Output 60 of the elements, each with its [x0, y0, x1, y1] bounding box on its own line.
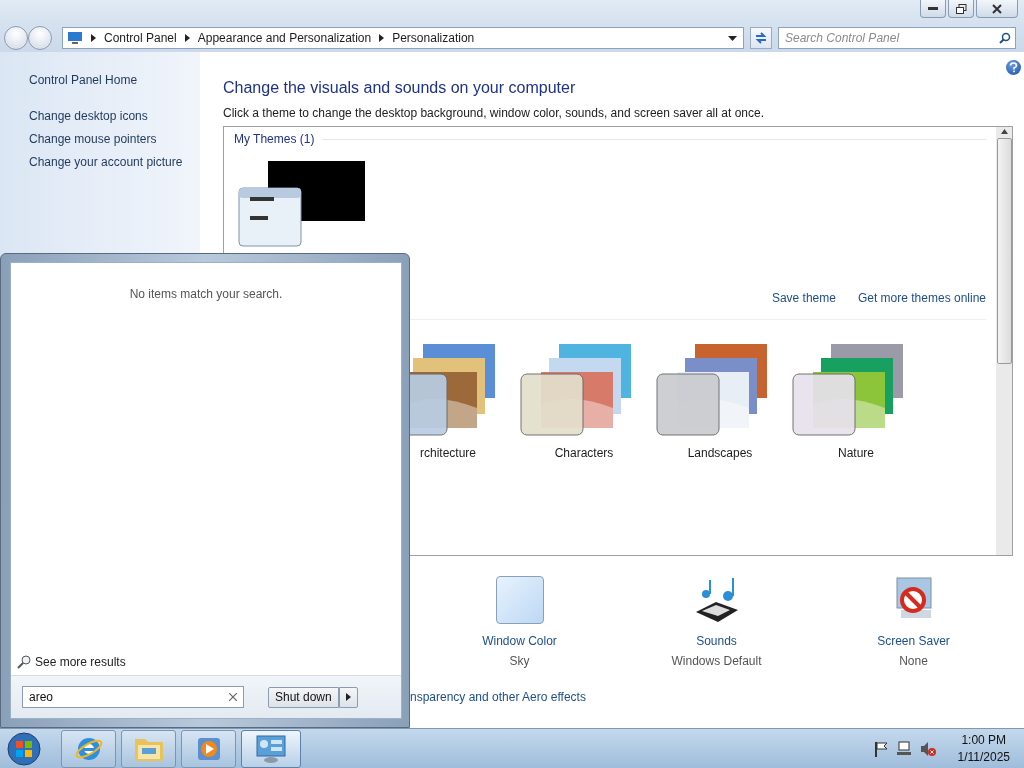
refresh-arrows-icon	[754, 31, 768, 45]
close-button[interactable]	[976, 0, 1018, 18]
start-button[interactable]	[4, 730, 44, 767]
theme-link[interactable]: Save theme	[771, 291, 836, 305]
clear-icon[interactable]	[229, 693, 237, 701]
setting-link[interactable]: Screen Saver	[877, 634, 950, 648]
scrollbar[interactable]	[996, 127, 1012, 555]
refresh-button[interactable]	[750, 27, 772, 49]
shut-down-button[interactable]: Shut down	[268, 686, 339, 708]
sidebar-link[interactable]: Control Panel Home	[29, 72, 200, 89]
breadcrumb[interactable]: Personalization	[392, 31, 475, 45]
setting-link[interactable]: Sounds	[696, 634, 737, 648]
minimize-button[interactable]	[920, 0, 946, 18]
see-more-results-link[interactable]: See more results	[17, 655, 401, 669]
setting-value: Sky	[509, 654, 530, 668]
network-icon[interactable]	[895, 740, 912, 757]
theme-name[interactable]: Characters	[554, 446, 614, 460]
taskbar-button[interactable]	[181, 729, 236, 768]
search-icon	[17, 655, 31, 669]
breadcrumb[interactable]: Appearance and Personalization	[197, 31, 372, 45]
search-field[interactable]: Search Control Panel	[778, 27, 1016, 49]
setting-value: None	[899, 654, 928, 668]
chevron-right-icon[interactable]	[379, 34, 385, 42]
breadcrumb[interactable]: Control Panel	[104, 31, 177, 45]
shut-down-options-button[interactable]	[338, 686, 358, 708]
minimize-icon	[928, 6, 938, 11]
setting-value: Windows Default	[671, 654, 762, 668]
close-icon	[992, 3, 1002, 14]
sidebar-link[interactable]: Change desktop icons	[29, 108, 200, 125]
group-heading: My Themes (1)	[234, 132, 315, 146]
flag-icon[interactable]	[873, 740, 888, 757]
sidebar-link[interactable]: Change mouse pointers	[29, 131, 200, 148]
volume-muted-icon[interactable]	[919, 740, 936, 757]
taskbar-button[interactable]	[61, 729, 116, 768]
page-heading: Change the visuals and sounds on your computer	[223, 78, 577, 98]
theme-name[interactable]: Landscapes	[687, 446, 753, 460]
dropdown-arrow-icon[interactable]	[728, 35, 737, 41]
scroll-up-arrow-icon[interactable]	[1000, 129, 1008, 134]
setting-link[interactable]: Window Color	[482, 634, 557, 648]
no-results-message: No items match your search.	[128, 287, 284, 301]
restore-button[interactable]	[948, 0, 974, 18]
restore-icon	[955, 3, 967, 14]
taskbar-button[interactable]	[241, 729, 301, 768]
control-panel-icon	[67, 31, 83, 45]
control-panel-icon	[255, 733, 287, 764]
triangle-right-icon	[345, 693, 351, 701]
theme-link[interactable]: Get more themes online	[857, 291, 986, 305]
chevron-right-icon[interactable]	[91, 34, 96, 42]
start-search-field[interactable]: areo	[22, 686, 244, 708]
page-description: Click a theme to change the desktop background, window color, sounds, and screen saver all at once.	[223, 106, 765, 120]
theme-name[interactable]: rchitecture	[420, 446, 476, 460]
aero-effects-link[interactable]: nsparency and other Aero effects	[410, 690, 1013, 704]
chevron-right-icon[interactable]	[184, 34, 190, 42]
theme-name[interactable]: Nature	[838, 446, 874, 460]
clock[interactable]: 1:00 PM 1/11/2025	[957, 731, 1010, 766]
color-swatch[interactable]	[495, 576, 544, 624]
help-icon[interactable]	[1006, 60, 1021, 75]
sidebar-link[interactable]: Change your account picture	[29, 154, 200, 171]
search-icon[interactable]	[999, 32, 1011, 44]
theme-preview-drawing[interactable]	[238, 161, 366, 247]
